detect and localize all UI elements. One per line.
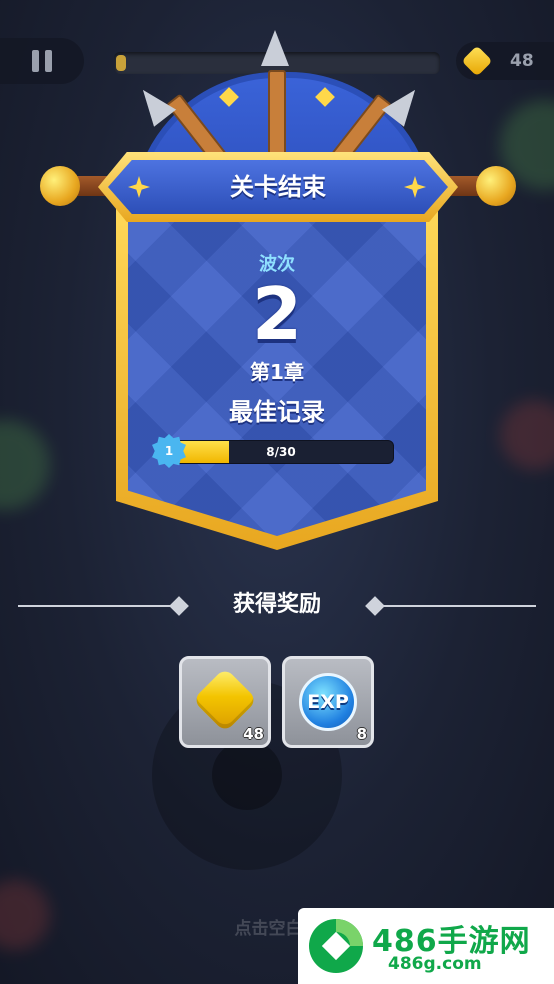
rewards-title: 获得奖励 [232, 592, 321, 617]
coin-counter: 48 [456, 42, 554, 80]
background-glow [500, 400, 554, 470]
reward-count: 48 [243, 725, 264, 743]
arrow-center-head-icon [261, 30, 289, 66]
joystick-knob [212, 740, 282, 810]
background-glow [0, 420, 50, 510]
wave-progress-fill [116, 55, 126, 71]
xp-progress-bar: 8/30 [168, 440, 394, 464]
result-title: 关卡结束 [230, 173, 326, 201]
level-number: 1 [164, 444, 174, 458]
exp-orb-icon: EXP [299, 673, 357, 731]
reward-count: 8 [356, 725, 367, 743]
rod-knob-left [40, 166, 80, 206]
pause-icon [32, 50, 39, 72]
pause-button[interactable] [0, 38, 84, 84]
rod-knob-right [476, 166, 516, 206]
reward-item-exp: EXP 8 [282, 656, 374, 748]
gold-coin-icon [192, 667, 258, 733]
chapter-label: 第1章 [250, 360, 304, 384]
watermark-logo-icon [309, 919, 363, 973]
coin-icon [461, 45, 493, 77]
xp-progress-text: 8/30 [266, 445, 296, 459]
wave-number: 2 [251, 272, 303, 356]
watermark-url: 486g.com [388, 954, 482, 974]
best-record-label: 最佳记录 [229, 398, 325, 426]
coin-count: 48 [510, 51, 534, 71]
reward-item-coins: 48 [179, 656, 271, 748]
